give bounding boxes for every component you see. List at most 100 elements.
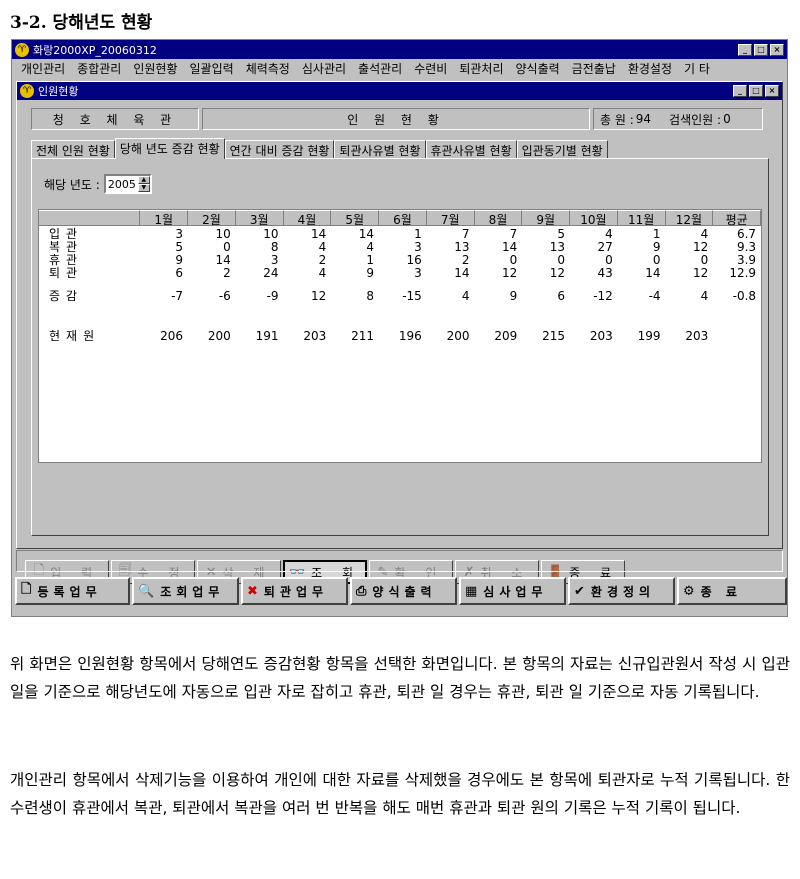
table-cell: 2 [223, 266, 231, 280]
child-maximize-icon[interactable]: □ [749, 85, 763, 97]
table-cell: 14 [454, 266, 470, 280]
red-x-icon: ✖ [247, 583, 258, 599]
app-titlebar: ♈ 화랑2000XP_20060312 _ □ × [12, 40, 787, 59]
menu-cashbook[interactable]: 금전출납 [566, 60, 622, 77]
monthly-change-table: 1월 2월 3월 4월 5월 6월 7월 8월 9월 10월 11월 12월 평균 입관 3 10 10 14 1… [38, 209, 762, 463]
table-cell: -12 [593, 289, 613, 303]
menu-general[interactable]: 종합관리 [71, 60, 127, 77]
table-cell: 203 [589, 329, 613, 343]
table-cell: 6 [175, 266, 184, 280]
gym-name: 청 호 체 육 관 [31, 108, 199, 130]
spin-down-icon[interactable]: ▼ [137, 184, 150, 192]
table-cell: 203 [685, 329, 709, 343]
description-paragraph-2: 개인관리 항목에서 삭제기능을 이용하여 개인에 대한 자료를 삭제했을 경우에… [10, 771, 790, 817]
print-label: 양식출력 [372, 584, 437, 599]
settings-label: 환경정의 [590, 584, 656, 599]
table-row-diff[interactable]: 증감 -7 -6 -9 12 8 -15 4 9 6 -12 -4 4 -0.8 [39, 290, 761, 303]
table-cell [713, 330, 761, 343]
calculator-icon: ▦ [465, 583, 478, 599]
table-row-out[interactable]: 퇴관 6 2 24 4 9 3 14 12 12 43 14 12 12.9 [39, 267, 761, 280]
year-selector: 해당 년도 : 2005 ▲ ▼ [44, 174, 152, 194]
table-cell: 4 [700, 289, 709, 303]
column-header: 평균 [713, 210, 762, 227]
tab-leave-reason[interactable]: 퇴관사유별 현황 [334, 140, 426, 159]
child-title: 인원현황 [38, 85, 79, 98]
query-label: 조회업무 [160, 584, 225, 599]
table-cell: -4 [648, 289, 661, 303]
main-toolbar: 🗋 등록업무 🔍 조회업무 ✖ 퇴관업무 ⎙ 양식출력 ▦ 심사업무 ✔ 환경정의 ⚙ 종 료 [15, 577, 787, 605]
table-cell: 209 [494, 329, 518, 343]
total-label: 총 원 : [600, 112, 634, 127]
table-cell: 43 [597, 266, 613, 280]
table-cell: 9 [366, 266, 375, 280]
tab-rest-reason[interactable]: 휴관사유별 현황 [425, 140, 517, 159]
table-cell: 6 [557, 289, 566, 303]
leave-button[interactable]: ✖ 퇴관업무 [241, 577, 348, 605]
review-button[interactable]: ▦ 심사업무 [459, 577, 566, 605]
settings-button[interactable]: ✔ 환경정의 [568, 577, 675, 605]
year-spinbox[interactable]: 2005 ▲ ▼ [103, 174, 152, 194]
quit-button[interactable]: ⚙ 종 료 [677, 577, 787, 605]
member-count: 총 원 : 94 검색인원 : 0 [593, 108, 763, 130]
register-button[interactable]: 🗋 등록업무 [15, 577, 130, 605]
window-icon: ♈ [20, 84, 34, 98]
column-header [39, 210, 141, 225]
table-cell: 12 [502, 266, 518, 280]
row-label: 증감 [49, 289, 84, 303]
column-header: 6월 [379, 210, 427, 227]
menu-attendance[interactable]: 출석관리 [352, 60, 408, 77]
year-value[interactable]: 2005 [108, 178, 138, 191]
table-cell: 9 [509, 289, 518, 303]
table-cell: 14 [645, 266, 661, 280]
column-header: 11월 [617, 210, 666, 227]
quit-icon: ⚙ [683, 583, 695, 599]
tab-yearly-compare[interactable]: 연간 대비 증감 현황 [224, 140, 335, 159]
table-cell: 215 [542, 329, 566, 343]
menu-forms[interactable]: 양식출력 [510, 60, 566, 77]
spin-up-icon[interactable]: ▲ [137, 176, 150, 184]
tab-this-year-change[interactable]: 당해 년도 증감 현황 [114, 138, 225, 159]
column-header: 12월 [665, 210, 714, 227]
menu-leave[interactable]: 퇴관처리 [453, 60, 509, 77]
menu-fitness[interactable]: 체력측정 [240, 60, 296, 77]
table-cell: 8 [366, 289, 375, 303]
column-header: 9월 [522, 210, 571, 227]
child-close-icon[interactable]: × [765, 85, 779, 97]
quit-label: 종 료 [700, 584, 742, 599]
table-cell: 12.9 [729, 266, 757, 280]
menu-personal[interactable]: 개인관리 [15, 60, 71, 77]
page-icon: 🗋 [21, 582, 32, 597]
register-label: 등록업무 [37, 584, 102, 599]
query-button[interactable]: 🔍 조회업무 [132, 577, 239, 605]
members-status-window: ♈ 인원현황 _ □ × 청 호 체 육 관 인 원 현 황 총 원 : 94 … [16, 81, 783, 584]
column-header: 2월 [188, 210, 236, 227]
print-forms-button[interactable]: ⎙ 양식출력 [350, 577, 457, 605]
app-window: ♈ 화랑2000XP_20060312 _ □ × 개인관리 종합관리 인원현황… [11, 39, 788, 617]
menu-members-status[interactable]: 인원현황 [127, 60, 183, 77]
child-minimize-icon[interactable]: _ [733, 85, 747, 97]
column-header: 1월 [140, 210, 189, 227]
description-paragraph-1: 위 화면은 인원현황 항목에서 당해연도 증감현황 항목을 선택한 화면입니다.… [10, 655, 790, 701]
menu-etc[interactable]: 기 타 [678, 60, 716, 77]
panel-footer-area [38, 471, 762, 519]
close-icon[interactable]: × [770, 43, 784, 56]
app-title: 화랑2000XP_20060312 [33, 43, 157, 57]
row-label: 현재원 [49, 329, 101, 343]
tab-join-motive[interactable]: 입관동기별 현황 [516, 140, 608, 159]
table-cell: 24 [263, 266, 279, 280]
table-row-cur[interactable]: 현재원 206 200 191 203 211 196 200 209 215 203 199 203 [39, 330, 761, 343]
checklist-icon: ✔ [574, 583, 585, 599]
maximize-icon[interactable]: □ [754, 43, 768, 56]
table-cell: -6 [218, 289, 231, 303]
table-cell: 3 [414, 266, 422, 280]
column-header: 5월 [331, 210, 380, 227]
row-label: 퇴관 [49, 266, 84, 280]
menu-tuition[interactable]: 수련비 [408, 60, 453, 77]
magnifier-icon: 🔍 [138, 583, 155, 599]
minimize-icon[interactable]: _ [738, 43, 752, 56]
menu-review[interactable]: 심사관리 [296, 60, 352, 77]
menu-settings[interactable]: 환경설정 [622, 60, 678, 77]
table-cell: 191 [255, 329, 279, 343]
tab-all-members[interactable]: 전체 인원 현황 [31, 140, 115, 159]
menu-batch-input[interactable]: 일괄입력 [184, 60, 240, 77]
